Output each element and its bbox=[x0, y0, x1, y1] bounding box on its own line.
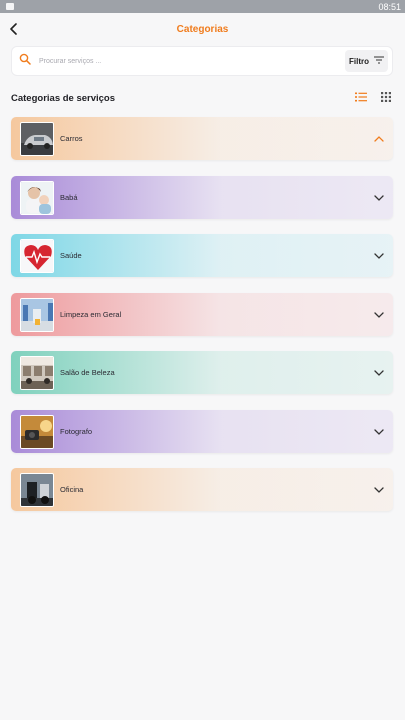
image-notification-icon bbox=[6, 3, 14, 10]
category-thumbnail-oficina bbox=[20, 472, 54, 507]
chevron-down-icon[interactable] bbox=[373, 426, 385, 438]
category-card-limpeza[interactable]: Limpeza em Geral bbox=[11, 293, 393, 336]
category-card-oficina[interactable]: Oficina bbox=[11, 468, 393, 511]
category-card-fotografo[interactable]: Fotografo bbox=[11, 410, 393, 453]
section-title: Categorias de serviços bbox=[11, 92, 116, 104]
section-header: Categorias de serviços bbox=[11, 91, 393, 105]
app-bar: Categorias bbox=[0, 13, 405, 45]
chevron-down-icon[interactable] bbox=[373, 192, 385, 204]
status-time: 08:51 bbox=[378, 1, 401, 12]
category-thumbnail-carros bbox=[20, 121, 54, 156]
category-label: Babá bbox=[60, 193, 78, 202]
filter-label: Filtro bbox=[349, 56, 369, 66]
category-thumbnail-salao bbox=[20, 355, 54, 390]
category-card-carros[interactable]: Carros bbox=[11, 117, 393, 160]
status-bar: 08:51 bbox=[0, 0, 405, 13]
category-label: Oficina bbox=[60, 485, 84, 494]
category-card-saude[interactable]: Saúde bbox=[11, 234, 393, 277]
filter-icon bbox=[374, 56, 384, 66]
category-label: Limpeza em Geral bbox=[60, 310, 122, 319]
search-icon bbox=[19, 52, 31, 70]
category-label: Saúde bbox=[60, 251, 82, 260]
grid-view-icon[interactable] bbox=[381, 89, 391, 107]
chevron-down-icon[interactable] bbox=[373, 484, 385, 496]
category-thumbnail-baba bbox=[20, 180, 54, 215]
category-label: Fotografo bbox=[60, 427, 93, 436]
list-view-icon[interactable] bbox=[355, 89, 367, 107]
category-thumbnail-saude bbox=[20, 238, 54, 273]
search-bar[interactable]: Procurar serviços ... Filtro bbox=[11, 46, 393, 76]
category-card-salao[interactable]: Salão de Beleza bbox=[11, 351, 393, 394]
category-card-baba[interactable]: Babá bbox=[11, 176, 393, 219]
search-input[interactable]: Procurar serviços ... bbox=[39, 58, 345, 65]
chevron-down-icon[interactable] bbox=[373, 250, 385, 262]
category-thumbnail-limpeza bbox=[20, 297, 54, 332]
filter-button[interactable]: Filtro bbox=[345, 50, 388, 72]
chevron-down-icon[interactable] bbox=[373, 309, 385, 321]
chevron-up-icon[interactable] bbox=[373, 133, 385, 145]
category-thumbnail-fotografo bbox=[20, 414, 54, 449]
chevron-down-icon[interactable] bbox=[373, 367, 385, 379]
back-arrow-icon[interactable] bbox=[6, 21, 22, 37]
category-label: Carros bbox=[60, 134, 83, 143]
category-label: Salão de Beleza bbox=[60, 368, 115, 377]
page-title: Categorias bbox=[176, 23, 229, 35]
